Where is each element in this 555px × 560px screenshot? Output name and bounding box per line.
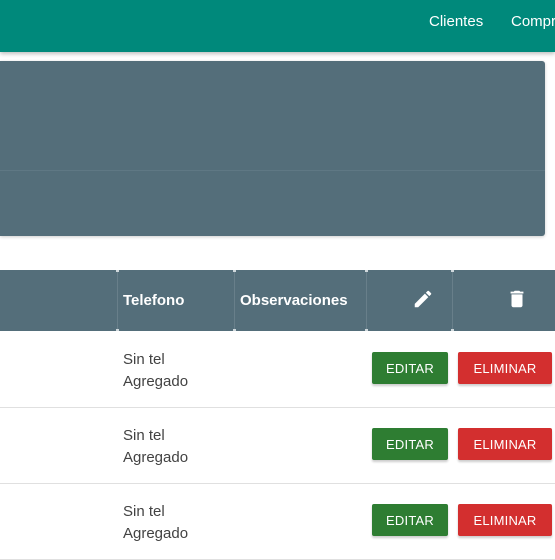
- header-observaciones: Observaciones: [240, 292, 348, 309]
- delete-button[interactable]: ELIMINAR: [458, 428, 552, 460]
- edit-button[interactable]: EDITAR: [372, 352, 448, 384]
- trash-icon: [510, 290, 524, 308]
- cell-telefono: Sin tel Agregado: [123, 425, 233, 469]
- panel-divider: [0, 170, 545, 171]
- delete-button[interactable]: ELIMINAR: [458, 352, 552, 384]
- top-app-bar: Clientes Compr: [0, 0, 555, 52]
- nav-link-clientes[interactable]: Clientes: [429, 0, 483, 44]
- column-separator: [365, 270, 368, 331]
- telefono-line: Sin tel: [123, 351, 165, 368]
- table-header: Telefono Observaciones: [0, 270, 555, 331]
- edit-button[interactable]: EDITAR: [372, 428, 448, 460]
- pencil-icon: [414, 290, 432, 308]
- delete-button[interactable]: ELIMINAR: [458, 504, 552, 536]
- column-separator: [451, 270, 454, 331]
- edit-button[interactable]: EDITAR: [372, 504, 448, 536]
- cell-telefono: Sin tel Agregado: [123, 501, 233, 545]
- telefono-line: Agregado: [123, 449, 189, 466]
- table-row: Sin tel Agregado EDITAR ELIMINAR: [0, 483, 555, 560]
- telefono-line: Agregado: [123, 525, 189, 542]
- table-row: Sin tel Agregado EDITAR ELIMINAR: [0, 407, 555, 484]
- column-separator: [233, 270, 236, 331]
- telefono-line: Sin tel: [123, 503, 165, 520]
- table-row: Sin tel Agregado EDITAR ELIMINAR: [0, 331, 555, 408]
- column-separator: [116, 270, 119, 331]
- telefono-line: Agregado: [123, 373, 189, 390]
- cell-telefono: Sin tel Agregado: [123, 349, 233, 393]
- telefono-line: Sin tel: [123, 427, 165, 444]
- form-panel: [0, 61, 545, 236]
- header-telefono: Telefono: [123, 292, 185, 309]
- nav-link-compras[interactable]: Compr: [511, 0, 555, 44]
